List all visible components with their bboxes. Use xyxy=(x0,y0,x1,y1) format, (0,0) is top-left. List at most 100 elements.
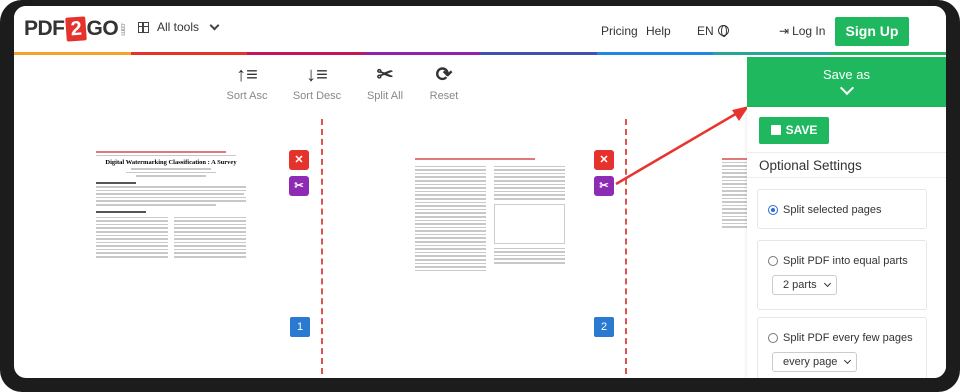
text-line xyxy=(415,165,486,168)
column-left xyxy=(415,164,486,274)
text-line xyxy=(174,227,246,229)
sort-asc-icon: ↑≡ xyxy=(236,64,258,86)
rainbow-segment xyxy=(480,52,597,55)
text-line xyxy=(494,179,565,182)
delete-page-button[interactable]: ✕ xyxy=(594,150,614,170)
radio-button[interactable] xyxy=(768,205,778,215)
text-line xyxy=(174,216,246,219)
text-line xyxy=(415,205,486,207)
option-split-equal[interactable]: Split PDF into equal parts 2 parts xyxy=(757,240,927,310)
radio-button[interactable] xyxy=(768,256,778,266)
page-thumbnail[interactable]: Digital Watermarking Classification : A … xyxy=(96,149,246,347)
option-split-every[interactable]: Split PDF every few pages every page xyxy=(757,317,927,378)
option-label: Split PDF into equal parts xyxy=(783,255,908,267)
text-line xyxy=(96,256,168,258)
split-all-button[interactable]: ✂ Split All xyxy=(355,64,415,102)
text-line xyxy=(131,168,211,170)
chevron-down-icon xyxy=(844,356,852,365)
text-line xyxy=(415,237,486,240)
text-line xyxy=(96,220,168,222)
floppy-icon xyxy=(770,125,781,135)
rainbow-segment xyxy=(713,52,830,55)
text-line xyxy=(174,234,246,237)
login-icon: ⇥ xyxy=(779,24,790,38)
text-line xyxy=(494,183,565,186)
text-line xyxy=(415,212,486,214)
text-line xyxy=(415,233,486,236)
text-line xyxy=(494,194,565,196)
rainbow-segment xyxy=(247,52,364,55)
save-button[interactable]: SAVE xyxy=(759,117,829,144)
text-line xyxy=(415,187,486,189)
sort-desc-icon: ↓≡ xyxy=(306,64,328,86)
text-line xyxy=(494,258,565,260)
two-column-body xyxy=(96,215,246,260)
text-line xyxy=(96,181,136,184)
text-line xyxy=(415,248,486,250)
logo-text-left: PDF xyxy=(24,17,65,40)
text-line xyxy=(415,215,486,218)
two-column-body xyxy=(415,164,565,274)
text-line xyxy=(494,247,565,250)
device-frame: PDF 2 GO .com All tools Pricing Help EN … xyxy=(0,0,960,392)
annotation-arrow xyxy=(615,106,749,186)
login-link[interactable]: ⇥ Log In xyxy=(779,24,825,38)
nav-pricing[interactable]: Pricing xyxy=(601,24,638,38)
text-line xyxy=(494,261,565,264)
text-line xyxy=(415,226,486,229)
sort-asc-button[interactable]: ↑≡ Sort Asc xyxy=(217,64,277,102)
nav-help[interactable]: Help xyxy=(646,24,671,38)
split-page-button[interactable]: ✂ xyxy=(289,176,309,196)
login-label: Log In xyxy=(792,24,826,38)
parts-select[interactable]: 2 parts xyxy=(772,275,837,295)
text-line xyxy=(415,176,486,178)
pdf2go-logo[interactable]: PDF 2 GO .com xyxy=(24,16,126,42)
arrow-shaft xyxy=(615,110,740,186)
text-line xyxy=(415,219,486,222)
text-line xyxy=(494,190,565,193)
optional-settings-heading: Optional Settings xyxy=(747,152,946,178)
rainbow-bar xyxy=(14,52,946,55)
rainbow-segment xyxy=(596,52,713,55)
text-line xyxy=(96,238,168,240)
interval-select[interactable]: every page xyxy=(772,352,858,372)
text-line xyxy=(415,190,486,193)
radio-button[interactable] xyxy=(768,333,778,343)
option-split-selected[interactable]: Split selected pages xyxy=(757,189,927,229)
split-page-button[interactable]: ✂ xyxy=(594,176,614,196)
settings-sidebar: SAVE Optional Settings Split selected pa… xyxy=(747,107,946,378)
text-line xyxy=(96,200,246,202)
text-line xyxy=(174,245,246,247)
all-tools-menu[interactable]: All tools xyxy=(138,20,220,34)
text-line xyxy=(415,259,486,261)
sort-asc-label: Sort Asc xyxy=(226,90,268,102)
logo-suffix: .com xyxy=(119,22,127,36)
text-line xyxy=(96,252,168,255)
text-line xyxy=(96,151,226,153)
text-line xyxy=(96,154,236,157)
text-line xyxy=(415,241,486,243)
grid-icon xyxy=(138,21,149,33)
language-selector[interactable]: EN xyxy=(697,24,729,38)
text-line xyxy=(126,171,216,174)
delete-page-button[interactable]: ✕ xyxy=(289,150,309,170)
page-thumbnail[interactable] xyxy=(415,156,565,331)
text-line xyxy=(174,252,246,255)
sort-desc-button[interactable]: ↓≡ Sort Desc xyxy=(287,64,347,102)
reset-button[interactable]: ⟳ Reset xyxy=(414,64,474,102)
signup-button[interactable]: Sign Up xyxy=(835,17,909,46)
text-line xyxy=(96,216,168,219)
text-line xyxy=(96,241,168,244)
text-line xyxy=(415,169,486,171)
text-line xyxy=(174,248,246,251)
logo-text-right: GO xyxy=(86,17,119,40)
text-line xyxy=(96,227,168,229)
rainbow-segment xyxy=(130,52,247,55)
text-line xyxy=(174,223,246,226)
all-tools-label: All tools xyxy=(157,20,200,34)
save-as-panel[interactable]: Save as xyxy=(747,57,946,107)
option-label: Split PDF every few pages xyxy=(783,332,913,344)
rainbow-segment xyxy=(363,52,480,55)
text-line xyxy=(174,230,246,233)
column-left xyxy=(96,215,168,260)
